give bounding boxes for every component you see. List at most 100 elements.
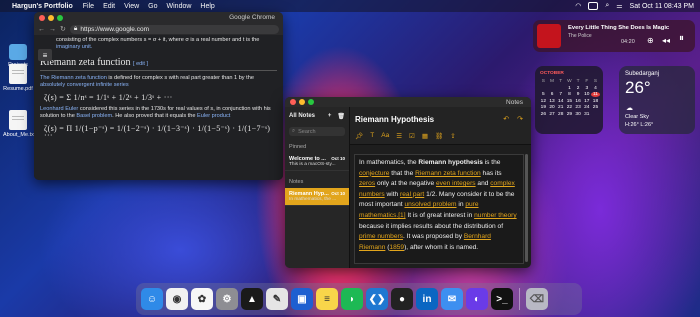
pause-icon[interactable]: ⏸︎ xyxy=(679,33,684,44)
weekday-label: M xyxy=(550,79,555,84)
search-input[interactable]: ⌕ Search xyxy=(289,127,345,136)
checklist-icon[interactable]: ☑ xyxy=(409,132,415,140)
mail-icon[interactable]: ✉ xyxy=(441,288,463,310)
chrome-titlebar[interactable]: Google Chrome xyxy=(34,12,283,23)
control-center-icon[interactable]: ⚌ xyxy=(616,2,622,10)
note-item-riemann[interactable]: Riemann Hyp... Oct 10 In mathematics, the… xyxy=(285,188,349,206)
note-link[interactable]: prime numbers xyxy=(359,233,403,240)
pdf-file-icon xyxy=(9,64,27,84)
maximize-button[interactable] xyxy=(308,99,314,105)
github-icon[interactable]: ● xyxy=(391,288,413,310)
desktop-icon-about[interactable]: About_Me.txt xyxy=(3,110,35,138)
note-link[interactable]: unsolved problem xyxy=(404,201,456,208)
scrollbar[interactable] xyxy=(525,154,528,262)
dock: ☺ ◉ ✿ ⚙ ▲ ✎ ▣ ≡ ◗ ❮❯ ● in ✉ ◐ >_ ⌫ xyxy=(136,283,582,315)
notes-sidebar: All Notes + 🗑︎ ⌕ Search Pinned Welcome t… xyxy=(285,107,350,268)
note-title[interactable]: Riemann Hypothesis xyxy=(355,115,434,124)
terminal-icon[interactable]: >_ xyxy=(491,288,513,310)
note-item-welcome[interactable]: Welcome to ... Oct 10 This is a macOS-sty… xyxy=(285,153,349,171)
menu-view[interactable]: View xyxy=(124,3,139,10)
note-text: has its xyxy=(480,169,502,177)
vscode-icon[interactable]: ❮❯ xyxy=(366,288,388,310)
app-name[interactable]: Hargun's Portfolio xyxy=(12,3,73,10)
menu-window[interactable]: Window xyxy=(167,3,192,10)
calendar-day: 28 xyxy=(558,111,564,117)
text-file-icon xyxy=(9,110,27,130)
table-icon[interactable]: ▦ xyxy=(422,132,428,140)
address-bar[interactable]: 🔒︎ https://www.google.com xyxy=(69,24,279,34)
wifi-icon[interactable]: ◠ xyxy=(575,2,581,10)
menu-help[interactable]: Help xyxy=(200,3,214,10)
window-title: Notes xyxy=(506,98,523,106)
menu-icon[interactable]: ≡ xyxy=(38,49,52,61)
photo-viewer-icon[interactable]: ▣ xyxy=(291,288,313,310)
forward-icon[interactable]: → xyxy=(49,26,56,33)
menu-go[interactable]: Go xyxy=(148,3,157,10)
font-size-icon[interactable]: Aa xyxy=(381,132,389,140)
edit-link[interactable]: [ edit ] xyxy=(133,61,148,67)
skip-back-icon[interactable]: ◂◂ xyxy=(662,36,670,45)
note-text: It is of great interest in xyxy=(405,211,475,219)
note-text: and xyxy=(475,180,491,188)
calendar-day: 6 xyxy=(550,92,554,97)
add-note-icon[interactable]: + xyxy=(328,113,332,119)
minimize-button[interactable] xyxy=(299,99,305,105)
trash-icon[interactable]: ⌫ xyxy=(526,288,548,310)
back-icon[interactable]: ← xyxy=(38,26,45,33)
menu-file[interactable]: File xyxy=(83,3,94,10)
chrome-icon[interactable]: ◉ xyxy=(166,288,188,310)
clock[interactable]: Sat Oct 11 08:43 PM xyxy=(630,3,694,10)
close-button[interactable] xyxy=(39,14,45,21)
undo-icon[interactable]: ↶ xyxy=(503,115,509,123)
notes-icon[interactable]: ≡ xyxy=(316,288,338,310)
siri-icon[interactable]: ◐ xyxy=(466,288,488,310)
search-icon: ⌕ xyxy=(292,128,296,134)
delete-note-icon[interactable]: 🗑︎ xyxy=(337,113,345,120)
note-link[interactable]: .[1] xyxy=(396,212,405,219)
minimize-button[interactable] xyxy=(48,14,54,21)
calendar-day xyxy=(548,86,557,91)
calendar-month: OCTOBER xyxy=(540,71,564,76)
note-link[interactable]: conjecture xyxy=(359,170,389,177)
dock-separator xyxy=(519,288,520,310)
share-icon[interactable]: ⇪ xyxy=(450,132,455,140)
note-link[interactable]: zeros xyxy=(359,180,375,187)
pin-icon[interactable]: 📌︎ xyxy=(355,132,363,140)
calendar-day: 1 xyxy=(568,85,571,91)
paint-icon[interactable]: ✎ xyxy=(266,288,288,310)
album-art[interactable] xyxy=(537,24,561,48)
weather-widget[interactable]: Subedarganj 26° ☁ Clear Sky H:26° L:26° xyxy=(619,66,695,134)
search-icon[interactable]: ⌕ xyxy=(605,2,609,10)
note-text: In mathematics, the xyxy=(359,159,419,166)
section-heading: Riemann zeta function [ edit ] xyxy=(40,58,277,71)
calendar-day: 24 xyxy=(584,105,590,110)
reload-icon[interactable]: ↻ xyxy=(60,25,66,33)
note-link[interactable]: real part xyxy=(400,191,424,198)
battery-icon[interactable] xyxy=(588,2,599,10)
notes-titlebar[interactable]: Notes xyxy=(285,97,531,107)
maximize-button[interactable] xyxy=(57,14,63,21)
note-link[interactable]: even integers xyxy=(436,180,476,187)
note-link[interactable]: number theory xyxy=(474,212,517,219)
redo-icon[interactable]: ↷ xyxy=(517,115,523,123)
list-icon[interactable]: ☰ xyxy=(396,132,402,140)
photos-icon[interactable]: ✿ xyxy=(191,288,213,310)
desktop-icon-resume[interactable]: Resume.pdf xyxy=(3,64,33,92)
spotify-icon[interactable]: ◗ xyxy=(341,288,363,310)
text-format-icon[interactable]: T xyxy=(370,132,374,140)
link-icon[interactable]: ⛓ xyxy=(435,132,443,140)
linkedin-icon[interactable]: in xyxy=(416,288,438,310)
game-icon[interactable]: ▲ xyxy=(241,288,263,310)
settings-icon[interactable]: ⚙ xyxy=(216,288,238,310)
menu-edit[interactable]: Edit xyxy=(103,3,115,10)
add-icon[interactable]: ⊕ xyxy=(647,36,654,45)
note-link[interactable]: Riemann zeta function xyxy=(415,170,481,177)
weekday-label: W xyxy=(567,79,572,84)
note-body[interactable]: In mathematics, the Riemann hypothesis i… xyxy=(354,154,524,264)
close-button[interactable] xyxy=(290,99,296,105)
calendar-widget[interactable]: OCTOBER S M T W T F S 1 2 3 4 5 6 7 8 9 10 11 12 13 14 15 16 17… xyxy=(535,66,603,134)
calendar-day: 12 xyxy=(540,98,547,104)
finder-icon[interactable]: ☺ xyxy=(141,288,163,310)
note-link[interactable]: 1859 xyxy=(389,244,404,251)
weekday-label: S xyxy=(593,79,598,84)
